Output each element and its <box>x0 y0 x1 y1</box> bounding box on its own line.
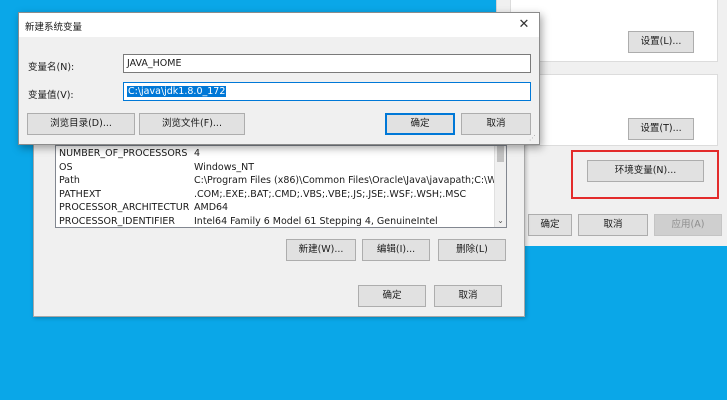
variable-value-cell: 4 <box>194 148 201 159</box>
variable-name-cell: PROCESSOR_ARCHITECTURE <box>59 202 189 214</box>
variable-value-input[interactable]: C:\java\jdk1.8.0_172 <box>123 82 531 101</box>
browse-directory-button[interactable]: 浏览目录(D)... <box>27 113 135 135</box>
delete-variable-button[interactable]: 删除(L) <box>438 239 506 261</box>
table-row[interactable]: Path C:\Program Files (x86)\Common Files\… <box>56 174 496 188</box>
table-row[interactable]: PROCESSOR_ARCHITECTURE AMD64 <box>56 201 496 215</box>
highlight-annotation <box>571 150 719 199</box>
system-variables-list[interactable]: NUMBER_OF_PROCESSORS 4 OS Windows_NT Path C:\… <box>55 145 507 228</box>
performance-settings-button[interactable]: 设置(L)... <box>628 31 694 53</box>
variable-name-cell: OS <box>59 161 73 173</box>
user-profiles-settings-button[interactable]: 设置(T)... <box>628 118 694 140</box>
close-icon[interactable]: ✕ <box>509 13 539 37</box>
ok-button[interactable]: 确定 <box>385 113 455 135</box>
browse-file-button[interactable]: 浏览文件(F)... <box>139 113 245 135</box>
dialog-title: 新建系统变量 <box>25 22 83 33</box>
variable-name-input[interactable]: JAVA_HOME <box>123 54 531 73</box>
environment-variables-dialog: NUMBER_OF_PROCESSORS 4 OS Windows_NT Path C:\… <box>33 120 525 317</box>
table-row[interactable]: PROCESSOR_IDENTIFIER Intel64 Family 6 Mod… <box>56 215 496 227</box>
variable-name-cell: Path <box>59 175 80 187</box>
table-row[interactable]: NUMBER_OF_PROCESSORS 4 <box>56 147 496 161</box>
variable-value-cell: C:\Program Files (x86)\Common Files\Orac… <box>194 175 494 187</box>
table-row[interactable]: PATHEXT .COM;.EXE;.BAT;.CMD;.VBS;.VBE;.JS… <box>56 188 496 202</box>
dialog-titlebar[interactable]: 新建系统变量 ✕ <box>19 13 539 37</box>
cancel-button[interactable]: 取消 <box>461 113 531 135</box>
resize-grip-icon[interactable]: ⋰ <box>529 134 537 142</box>
variable-name-cell: NUMBER_OF_PROCESSORS <box>59 148 188 159</box>
system-cancel-button[interactable]: 取消 <box>578 214 648 236</box>
variable-value-cell: Intel64 Family 6 Model 61 Stepping 4, Ge… <box>194 216 438 227</box>
scroll-thumb[interactable] <box>497 146 504 162</box>
chevron-down-icon[interactable]: ⌄ <box>495 215 506 226</box>
variable-value-cell: Windows_NT <box>194 161 255 173</box>
system-variables-scrollbar[interactable]: ⌄ <box>494 146 506 227</box>
new-variable-button[interactable]: 新建(W)... <box>286 239 356 261</box>
system-apply-button[interactable]: 应用(A) <box>654 214 722 236</box>
variable-value-label: 变量值(V): <box>28 90 74 101</box>
variable-name-label: 变量名(N): <box>28 62 75 73</box>
system-ok-button[interactable]: 确定 <box>528 214 572 236</box>
edit-variable-button[interactable]: 编辑(I)... <box>362 239 430 261</box>
new-system-variable-dialog: 新建系统变量 ✕ 变量名(N): JAVA_HOME 变量值(V): C:\ja… <box>18 12 540 145</box>
variable-name-cell: PATHEXT <box>59 188 101 200</box>
variable-value-cell: AMD64 <box>194 202 229 214</box>
variable-value-text: C:\java\jdk1.8.0_172 <box>127 86 227 97</box>
env-cancel-button[interactable]: 取消 <box>434 285 502 307</box>
variable-name-cell: PROCESSOR_IDENTIFIER <box>59 216 176 227</box>
table-row[interactable]: OS Windows_NT <box>56 161 496 175</box>
variable-value-cell: .COM;.EXE;.BAT;.CMD;.VBS;.VBE;.JS;.JSE;.… <box>194 188 467 200</box>
env-ok-button[interactable]: 确定 <box>358 285 426 307</box>
